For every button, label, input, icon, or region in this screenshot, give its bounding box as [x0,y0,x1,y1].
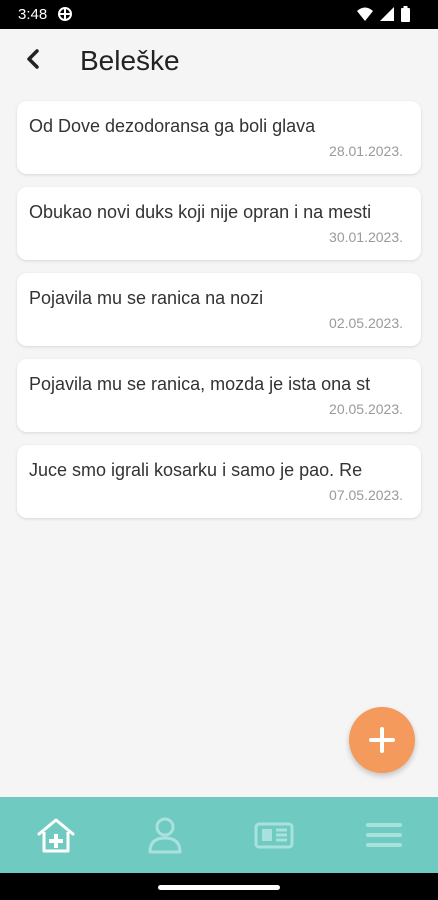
app-header: Beleške [0,29,438,93]
back-arrow-icon[interactable] [20,41,50,77]
note-card[interactable]: Od Dove dezodoransa ga boli glava 28.01.… [17,101,421,174]
note-date: 28.01.2023. [329,143,403,159]
system-navigation-bar [0,873,438,900]
bottom-navigation [0,797,438,873]
note-date: 07.05.2023. [329,487,403,503]
add-note-button[interactable] [349,707,415,773]
note-text: Od Dove dezodoransa ga boli glava [29,116,316,136]
profile-icon [148,817,182,854]
wifi-icon [357,7,373,21]
home-medical-icon [37,818,75,853]
home-gesture-handle[interactable] [158,885,280,890]
signal-icon [380,7,394,21]
status-icons [357,6,410,22]
battery-icon [401,6,410,22]
status-time: 3:48 [18,6,48,23]
newspaper-icon [254,822,294,849]
note-card[interactable]: Pojavila mu se ranica na nozi 02.05.2023… [17,273,421,346]
plus-icon [369,727,395,753]
note-date: 02.05.2023. [329,315,403,331]
note-text: Pojavila mu se ranica, mozda je ista ona… [29,374,371,394]
nav-news-button[interactable] [254,815,294,855]
note-card[interactable]: Juce smo igrali kosarku i samo je pao. R… [17,445,421,518]
location-icon [58,7,72,21]
note-card[interactable]: Obukao novi duks koji nije opran i na me… [17,187,421,260]
note-card[interactable]: Pojavila mu se ranica, mozda je ista ona… [17,359,421,432]
menu-icon [366,823,402,847]
page-title: Beleške [80,45,180,76]
nav-menu-button[interactable] [364,815,404,855]
note-text: Juce smo igrali kosarku i samo je pao. R… [29,460,363,480]
nav-home-button[interactable] [36,815,76,855]
note-date: 20.05.2023. [329,401,403,417]
note-date: 30.01.2023. [329,229,403,245]
nav-profile-button[interactable] [145,815,185,855]
note-text: Pojavila mu se ranica na nozi [29,288,264,308]
status-bar: 3:48 [0,0,438,29]
note-text: Obukao novi duks koji nije opran i na me… [29,202,372,222]
